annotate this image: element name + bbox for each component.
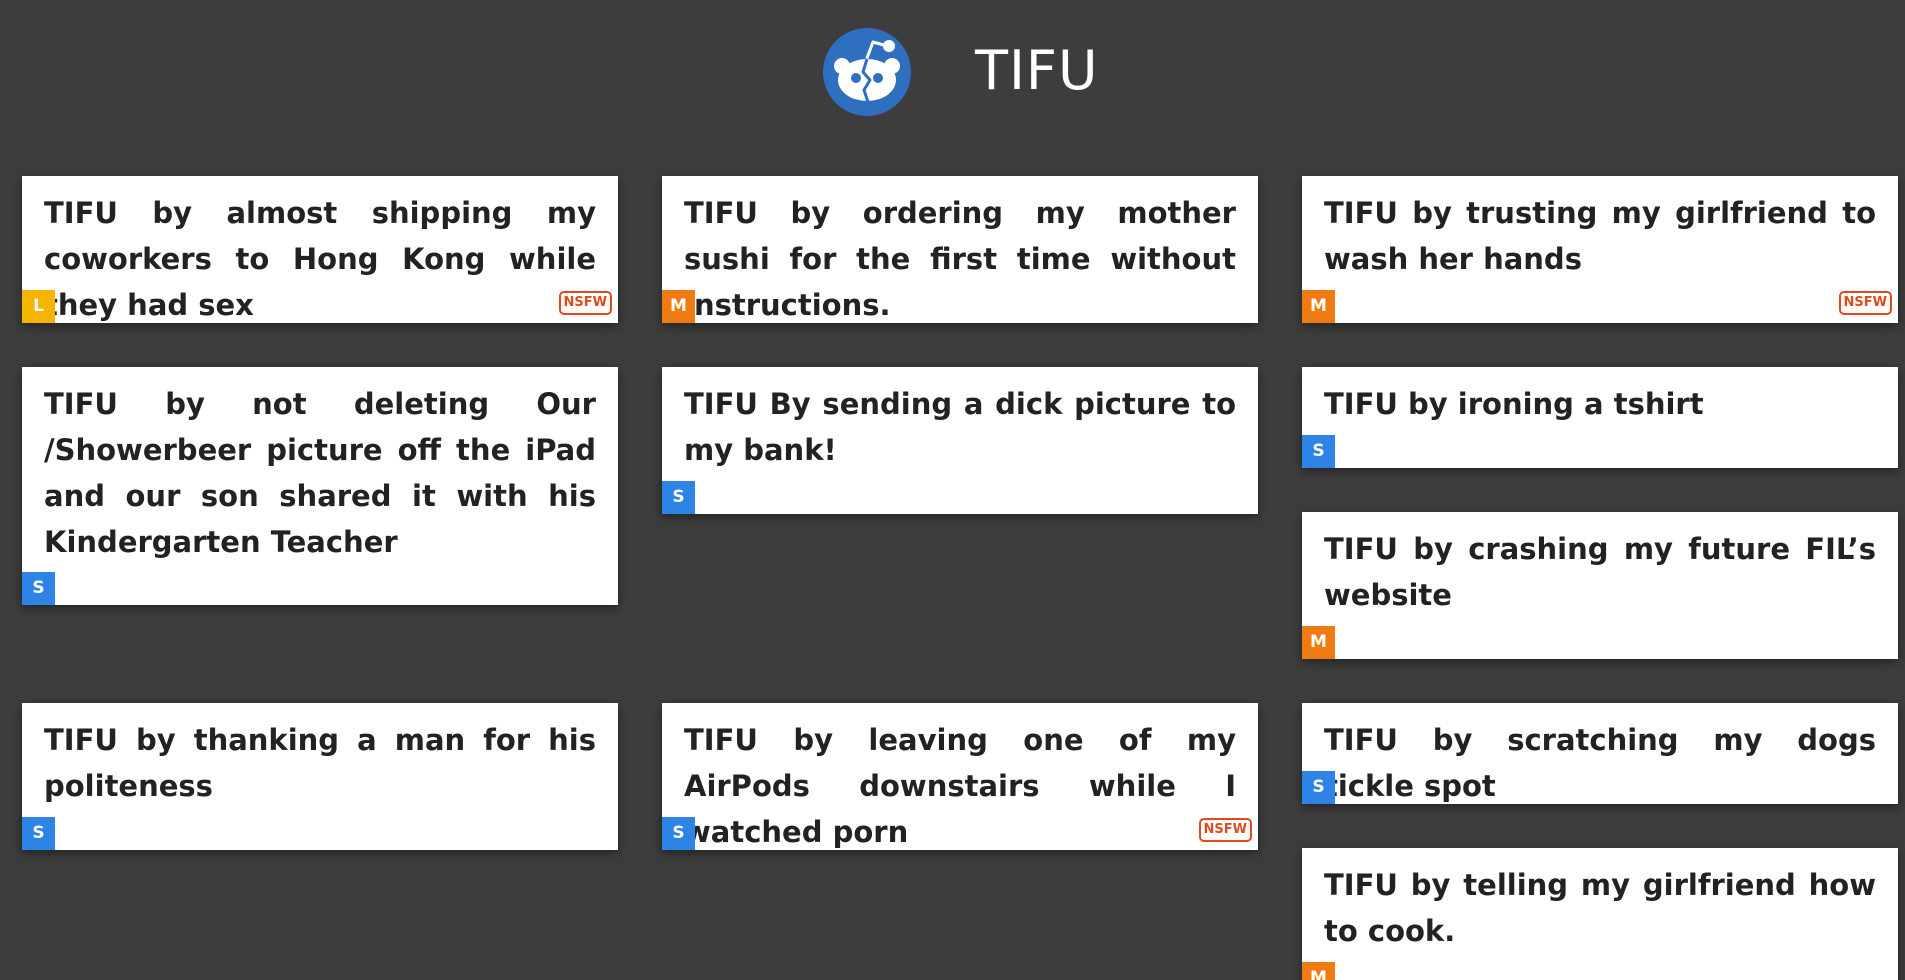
post-card[interactable]: TIFU by ironing a tshirt S bbox=[1302, 367, 1898, 468]
post-title: TIFU by crashing my future FIL’s website bbox=[1324, 532, 1876, 612]
post-title: TIFU by leaving one of my AirPods downst… bbox=[684, 723, 1236, 849]
size-badge: M bbox=[662, 290, 695, 323]
post-card[interactable]: TIFU by trusting my girlfriend to wash h… bbox=[1302, 176, 1898, 323]
logo-graphic bbox=[834, 40, 900, 103]
post-title: TIFU by thanking a man for his politenes… bbox=[44, 723, 596, 803]
size-badge: S bbox=[22, 817, 55, 850]
page: TIFU TIFU by almost shipping my coworker… bbox=[0, 0, 1905, 980]
post-title: TIFU by almost shipping my coworkers to … bbox=[44, 196, 596, 322]
nsfw-tag: NSFW bbox=[1838, 291, 1892, 315]
size-badge: M bbox=[1302, 290, 1335, 323]
post-title: TIFU by trusting my girlfriend to wash h… bbox=[1324, 196, 1876, 276]
post-card[interactable]: TIFU by scratching my dogs tickle spot S bbox=[1302, 703, 1898, 804]
size-badge: L bbox=[22, 290, 55, 323]
post-title: TIFU by not deleting Our /Showerbeer pic… bbox=[44, 387, 596, 559]
post-card[interactable]: TIFU by thanking a man for his politenes… bbox=[22, 703, 618, 850]
size-badge: M bbox=[1302, 962, 1335, 980]
post-title: TIFU by ironing a tshirt bbox=[1324, 387, 1704, 421]
post-title: TIFU by telling my girlfriend how to coo… bbox=[1324, 868, 1876, 948]
post-card[interactable]: TIFU by telling my girlfriend how to coo… bbox=[1302, 848, 1898, 980]
post-title: TIFU by ordering my mother sushi for the… bbox=[684, 196, 1236, 322]
size-badge: S bbox=[22, 572, 55, 605]
size-badge: M bbox=[1302, 626, 1335, 659]
nsfw-tag: NSFW bbox=[558, 291, 612, 315]
size-badge: S bbox=[662, 481, 695, 514]
post-card[interactable]: TIFU By sending a dick picture to my ban… bbox=[662, 367, 1258, 514]
post-title: TIFU By sending a dick picture to my ban… bbox=[684, 387, 1236, 467]
site-title: TIFU bbox=[975, 39, 1099, 102]
post-card[interactable]: TIFU by ordering my mother sushi for the… bbox=[662, 176, 1258, 323]
post-card[interactable]: TIFU by almost shipping my coworkers to … bbox=[22, 176, 618, 323]
post-title: TIFU by scratching my dogs tickle spot bbox=[1324, 723, 1876, 803]
nsfw-tag: NSFW bbox=[1198, 818, 1252, 842]
size-badge: S bbox=[1302, 435, 1335, 468]
post-card[interactable]: TIFU by crashing my future FIL’s website… bbox=[1302, 512, 1898, 659]
reddit-alien-icon[interactable] bbox=[823, 28, 911, 116]
post-card[interactable]: TIFU by leaving one of my AirPods downst… bbox=[662, 703, 1258, 850]
size-badge: S bbox=[662, 817, 695, 850]
post-card[interactable]: TIFU by not deleting Our /Showerbeer pic… bbox=[22, 367, 618, 605]
size-badge: S bbox=[1302, 771, 1335, 804]
header: TIFU bbox=[0, 0, 1905, 140]
